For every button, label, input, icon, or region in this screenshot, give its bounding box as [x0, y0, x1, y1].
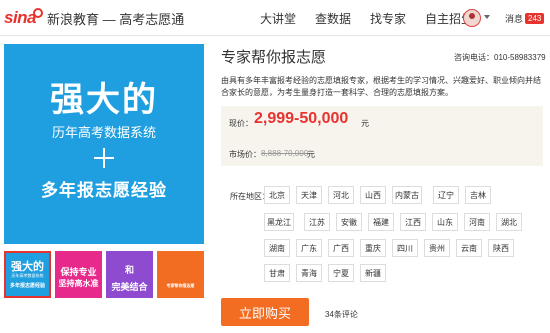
region-tag[interactable]: 湖北 [496, 213, 522, 231]
product-title: 专家帮你报志愿 [221, 49, 327, 66]
site-logo[interactable]: sina 新浪教育 — 高考志愿通 [4, 8, 184, 28]
thumbnail-3[interactable]: 和 完美结合 [106, 251, 153, 298]
messages-label: 消息 [505, 14, 524, 24]
region-tag[interactable]: 辽宁 [433, 186, 459, 204]
thumb-text: 历年高考数据系统 [11, 273, 44, 278]
price-box: 现价： 2,999-50,000 元 市场价： 8,888-70,000 元 [221, 106, 543, 166]
top-header: sina 新浪教育 — 高考志愿通 大讲堂 查数据 找专家 自主招生 消息 24… [0, 0, 550, 36]
plus-icon [94, 148, 114, 168]
region-tag[interactable]: 山东 [432, 213, 458, 231]
region-tag[interactable]: 四川 [392, 239, 418, 257]
thumbnail-1[interactable]: 强大的 历年高考数据系统 多年报志愿经验 [4, 251, 51, 298]
region-tag[interactable]: 江西 [400, 213, 426, 231]
region-tag[interactable]: 云南 [456, 239, 482, 257]
nav-item-experts[interactable]: 找专家 [370, 10, 406, 27]
thumb-text: 和 [124, 265, 134, 275]
product-description: 由具有多年丰富报考经验的志愿填报专家，根据考生的学习情况、兴趣爱好、职业倾向并结… [221, 76, 541, 97]
thumb-text: 保持专业 [60, 267, 97, 277]
region-tag[interactable]: 重庆 [360, 239, 386, 257]
price-label: 现价： [229, 119, 253, 128]
region-tag[interactable]: 内蒙古 [392, 186, 422, 204]
buy-now-button[interactable]: 立即购买 [221, 298, 309, 326]
logo-text: 新浪教育 — 高考志愿通 [47, 11, 185, 27]
banner-subline: 历年高考数据系统 [51, 125, 156, 140]
sina-eye-icon [33, 8, 44, 18]
region-tag[interactable]: 河北 [328, 186, 354, 204]
region-tag[interactable]: 湖南 [264, 239, 290, 257]
thumb-text: 强大的 [11, 261, 44, 273]
market-price: 8,888-70,000 [261, 149, 309, 158]
market-price-unit: 元 [307, 150, 315, 159]
avatar[interactable] [463, 9, 481, 27]
region-tag[interactable]: 北京 [264, 186, 290, 204]
region-tag[interactable]: 吉林 [465, 186, 491, 204]
nav-item-lecture[interactable]: 大讲堂 [260, 10, 296, 27]
region-tag[interactable]: 黑龙江 [264, 213, 294, 231]
region-tag[interactable]: 陕西 [488, 239, 514, 257]
banner-headline: 强大的 [50, 81, 158, 119]
main-nav: 大讲堂 查数据 找专家 自主招生 [260, 0, 492, 36]
thumb-text: 坚持高水准 [58, 279, 99, 288]
region-tag[interactable]: 江苏 [304, 213, 330, 231]
region-tag[interactable]: 广西 [328, 239, 354, 257]
region-tag[interactable]: 安徽 [336, 213, 362, 231]
banner-tagline: 多年报志愿经验 [41, 181, 167, 200]
region-tag[interactable]: 河南 [464, 213, 490, 231]
price-unit: 元 [361, 119, 369, 128]
region-tag[interactable]: 青海 [296, 264, 322, 282]
thumbnail-4[interactable]: 专家帮你报志愿 [157, 251, 204, 298]
messages-link[interactable]: 消息 243 [505, 12, 545, 25]
region-tag[interactable]: 山西 [360, 186, 386, 204]
region-tag[interactable]: 贵州 [424, 239, 450, 257]
product-banner-image: 强大的 历年高考数据系统 多年报志愿经验 [4, 44, 204, 244]
market-price-label: 市场价： [229, 150, 261, 159]
thumb-text: 完美结合 [111, 282, 148, 292]
thumb-text: 专家帮你报志愿 [166, 283, 195, 288]
region-tag[interactable]: 甘肃 [264, 264, 290, 282]
region-tag[interactable]: 福建 [368, 213, 394, 231]
region-tag[interactable]: 天津 [296, 186, 322, 204]
current-price: 2,999-50,000 [254, 110, 349, 127]
thumb-text: 多年报志愿经验 [9, 283, 45, 289]
region-tag[interactable]: 广东 [296, 239, 322, 257]
comments-link[interactable]: 34条评论 [325, 309, 358, 320]
chevron-down-icon[interactable] [484, 15, 490, 19]
region-tag[interactable]: 宁夏 [328, 264, 354, 282]
consult-phone: 咨询电话：010-58983379 [454, 53, 546, 62]
logo-brand: sina [4, 8, 37, 27]
message-count-badge: 243 [525, 13, 545, 24]
region-tag[interactable]: 新疆 [360, 264, 386, 282]
thumbnail-2[interactable]: 保持专业 坚持高水准 [55, 251, 102, 298]
nav-item-data[interactable]: 查数据 [315, 10, 351, 27]
